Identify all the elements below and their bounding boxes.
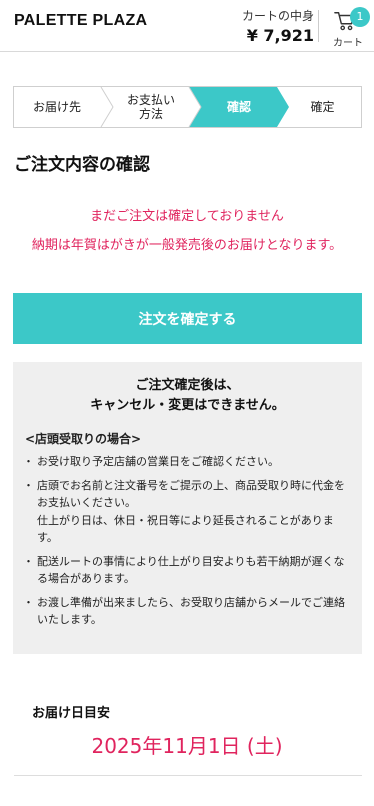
checkout-steps: お届け先 お支払い 方法 確認 確定 — [13, 86, 362, 128]
step-payment: お支払い 方法 — [107, 86, 195, 128]
cart-summary: カートの中身 ¥ 7,921 — [242, 8, 314, 47]
notice-item-text: 店頭でお名前と注文番号をご提示の上、商品受取り時に代金をお支払いください。 — [37, 478, 345, 510]
notice-item: お渡し準備が出来ましたら、お受取り店舗からメールでご連絡いたします。 — [23, 594, 350, 629]
cart-total: ¥ 7,921 — [246, 26, 314, 45]
delivery-warning: 納期は年賀はがきが一般発売後のお届けとなります。 — [31, 238, 343, 253]
notice-item: 配送ルートの事情により仕上がり目安よりも若干納期が遅くなる場合があります。 — [23, 553, 350, 588]
cart-button-label: カート — [333, 38, 363, 49]
notice-list: お受け取り予定店舗の営業日をご確認ください。 店頭でお名前と注文番号をご提示の上… — [23, 453, 350, 629]
notice-item-text: 配送ルートの事情により仕上がり目安よりも若干納期が遅くなる場合があります。 — [37, 554, 345, 586]
notice-item-text: お渡し準備が出来ましたら、お受取り店舗からメールでご連絡いたします。 — [37, 595, 345, 627]
notice-subtitle: <店頭受取りの場合> — [25, 432, 142, 446]
cart-button[interactable]: 1 カート — [326, 4, 370, 49]
step-complete: 確定 — [310, 100, 335, 114]
section-divider — [14, 775, 362, 776]
notice-item-text: 仕上がり日は、休日・祝日等により延長されることがあります。 — [37, 513, 334, 545]
step-payment-label: お支払い 方法 — [126, 93, 175, 121]
notice-item: 店頭でお名前と注文番号をご提示の上、商品受取り時に代金をお支払いください。仕上が… — [23, 477, 350, 547]
notice-heading: ご注文確定後は、 キャンセル・変更はできません。 — [25, 376, 350, 416]
not-confirmed-warning: まだご注文は確定しておりません — [90, 209, 284, 224]
notice-box: ご注文確定後は、 キャンセル・変更はできません。 <店頭受取りの場合> お受け取… — [13, 362, 362, 654]
notice-heading-line1: ご注文確定後は、 — [135, 378, 240, 393]
cart-contents-label: カートの中身 — [241, 9, 314, 23]
header-divider — [318, 10, 319, 42]
page-title: ご注文内容の確認 — [14, 155, 150, 175]
notice-item-text: お受け取り予定店舗の営業日をご確認ください。 — [37, 455, 279, 468]
cart-count-badge: 1 — [350, 7, 370, 27]
notice-item: お受け取り予定店舗の営業日をご確認ください。 — [23, 453, 350, 471]
notice-heading-line2: キャンセル・変更はできません。 — [90, 398, 285, 413]
delivery-estimate-label: お届け日目安 — [32, 706, 111, 721]
delivery-estimate-date: 2025年11月1日 (土) — [91, 734, 283, 758]
confirm-order-button[interactable]: 注文を確定する — [13, 293, 362, 344]
app-header: PALETTE PLAZA カートの中身 ¥ 7,921 1 カート — [0, 0, 374, 52]
step-shipping: お届け先 — [32, 100, 81, 114]
step-confirm: 確認 — [226, 100, 251, 114]
store-logo[interactable]: PALETTE PLAZA — [14, 12, 147, 30]
